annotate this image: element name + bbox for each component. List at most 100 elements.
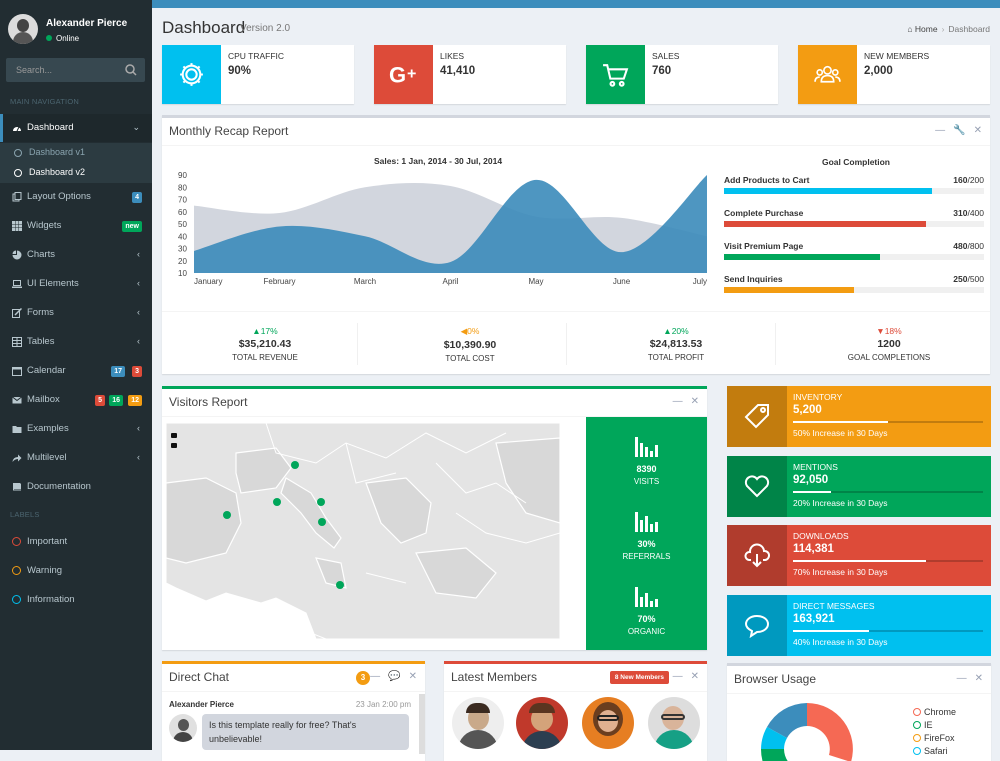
visitors-stats-panel: 8390 VISITS 30% REFERRALS 70% ORGANIC	[586, 417, 707, 650]
breadcrumb-home[interactable]: Home	[915, 24, 938, 34]
sidebar-item-calendar[interactable]: Calendar 17 3	[0, 357, 152, 385]
close-icon[interactable]: ✕	[409, 671, 417, 682]
sidebar-item-mailbox[interactable]: Mailbox 5 16 12	[0, 386, 152, 414]
close-icon[interactable]: ✕	[974, 125, 982, 136]
sidebar-item-dashboard[interactable]: Dashboard ⌄	[0, 114, 152, 142]
tile-progress	[793, 630, 983, 632]
sidebar-item-tables[interactable]: Tables ‹	[0, 328, 152, 356]
sidebar-item-label: Documentation	[27, 481, 91, 492]
sidebar-item-label: Layout Options	[27, 191, 91, 202]
goal-progress-fill	[724, 254, 880, 260]
close-icon[interactable]: ✕	[691, 671, 699, 682]
sidebar-subitem-dashboard-v1[interactable]: Dashboard v1	[0, 143, 152, 163]
chevron-left-icon: ‹	[137, 452, 140, 462]
widgets-badge: new	[122, 221, 142, 232]
online-dot-icon	[46, 35, 52, 41]
tile-description: 40% Increase in 30 Days	[793, 637, 888, 647]
info-box-value: 41,410	[440, 65, 476, 77]
info-box-icon: G +	[374, 45, 433, 104]
info-box-sales: SALES 760	[586, 45, 778, 104]
tile-title: DOWNLOADS	[793, 531, 849, 541]
label-text: Warning	[27, 565, 63, 576]
goal-progress-fill	[724, 287, 854, 293]
label-important[interactable]: Important	[0, 530, 152, 554]
page-version: Version 2.0	[240, 23, 291, 34]
y-tick-label: 20	[178, 257, 187, 266]
sidebar-item-ui-elements[interactable]: UI Elements ‹	[0, 270, 152, 298]
contacts-icon[interactable]: 💬	[388, 671, 400, 682]
collapse-icon[interactable]: —	[957, 673, 967, 684]
stat-percent: ▲20%	[663, 326, 689, 336]
collapse-icon[interactable]: —	[370, 671, 380, 682]
sidebar-item-charts[interactable]: Charts ‹	[0, 241, 152, 269]
mailbox-badge-red: 5	[95, 395, 105, 406]
sidebar-item-layout-options[interactable]: Layout Options 4	[0, 183, 152, 211]
chevron-left-icon: ‹	[137, 249, 140, 259]
sidebar-subitem-dashboard-v2[interactable]: Dashboard v2	[0, 163, 152, 183]
info-box-icon	[586, 45, 645, 104]
user-status-text: Online	[56, 34, 80, 43]
label-information[interactable]: Information	[0, 588, 152, 612]
circle-icon	[12, 566, 21, 575]
member-avatar[interactable]	[452, 697, 504, 749]
svg-text:+: +	[407, 66, 416, 83]
sidebar-item-label: Multilevel	[27, 452, 67, 463]
wrench-icon[interactable]: 🔧	[953, 125, 965, 136]
chat-scrollbar[interactable]	[419, 694, 425, 754]
organic-stat: 70% ORGANIC	[586, 585, 707, 636]
goal-progress-fill	[724, 221, 926, 227]
user-panel: Alexander Pierce Online	[0, 0, 152, 55]
goal-progress-bar	[724, 287, 984, 293]
info-box-new-members: NEW MEMBERS 2,000	[798, 45, 990, 104]
close-icon[interactable]: ✕	[691, 396, 699, 407]
circle-icon	[913, 747, 921, 755]
sidebar-item-examples[interactable]: Examples ‹	[0, 415, 152, 443]
sidebar-item-forms[interactable]: Forms ‹	[0, 299, 152, 327]
member-avatar[interactable]	[516, 697, 568, 749]
member-avatar[interactable]	[582, 697, 634, 749]
tile-value: 163,921	[793, 613, 835, 625]
stat-label: TOTAL COST	[445, 354, 495, 363]
world-map[interactable]	[166, 423, 560, 639]
x-tick-label: February	[263, 277, 295, 286]
labels-header: LABELS	[10, 510, 40, 519]
collapse-icon[interactable]: —	[935, 125, 945, 136]
tile-mentions: MENTIONS 92,050 20% Increase in 30 Days	[727, 456, 991, 517]
info-box-title: CPU TRAFFIC	[228, 51, 285, 61]
sidebar-item-widgets[interactable]: Widgets new	[0, 212, 152, 240]
referrals-label: REFERRALS	[622, 552, 671, 561]
stat-total-revenue: ▲17% $35,210.43 TOTAL REVENUE	[165, 326, 365, 362]
search-icon[interactable]	[123, 62, 139, 78]
tile-value: 5,200	[793, 404, 822, 416]
goal-complete-purchase: Complete Purchase 310/400	[724, 208, 984, 238]
sidebar-item-documentation[interactable]: Documentation	[0, 473, 152, 501]
close-icon[interactable]: ✕	[975, 673, 983, 684]
stat-goal-completions: ▼18% 1200 GOAL COMPLETIONS	[789, 326, 989, 362]
collapse-icon[interactable]: —	[673, 396, 683, 407]
goal-label: Complete Purchase	[724, 208, 804, 218]
files-icon	[12, 192, 22, 202]
legend-firefox: FireFox	[913, 733, 955, 743]
chat-message-name: Alexander Pierce	[169, 700, 234, 709]
collapse-icon[interactable]: —	[673, 671, 683, 682]
google-plus-icon: G +	[389, 63, 416, 88]
goal-progress-fill	[724, 188, 932, 194]
sidebar-item-label: Examples	[27, 423, 69, 434]
goal-label: Add Products to Cart	[724, 175, 810, 185]
goal-label: Send Inquiries	[724, 274, 783, 284]
avatar[interactable]	[8, 14, 38, 44]
sidebar-item-multilevel[interactable]: Multilevel ‹	[0, 444, 152, 472]
y-tick-label: 30	[178, 245, 187, 254]
member-avatar[interactable]	[648, 697, 700, 749]
envelope-icon	[12, 396, 22, 404]
stat-value: $35,210.43	[238, 338, 292, 350]
stat-label: TOTAL PROFIT	[647, 353, 705, 362]
chevron-left-icon: ‹	[137, 423, 140, 433]
search-input[interactable]	[6, 58, 121, 82]
sidebar-item-label: Charts	[27, 249, 55, 260]
tile-value: 92,050	[793, 474, 829, 486]
svg-text:G: G	[389, 63, 406, 88]
browser-usage-box: Browser Usage — ✕ Chrome IE FireFox Safar…	[727, 663, 991, 761]
mailbox-badge-yellow: 12	[128, 395, 142, 406]
label-warning[interactable]: Warning	[0, 559, 152, 583]
